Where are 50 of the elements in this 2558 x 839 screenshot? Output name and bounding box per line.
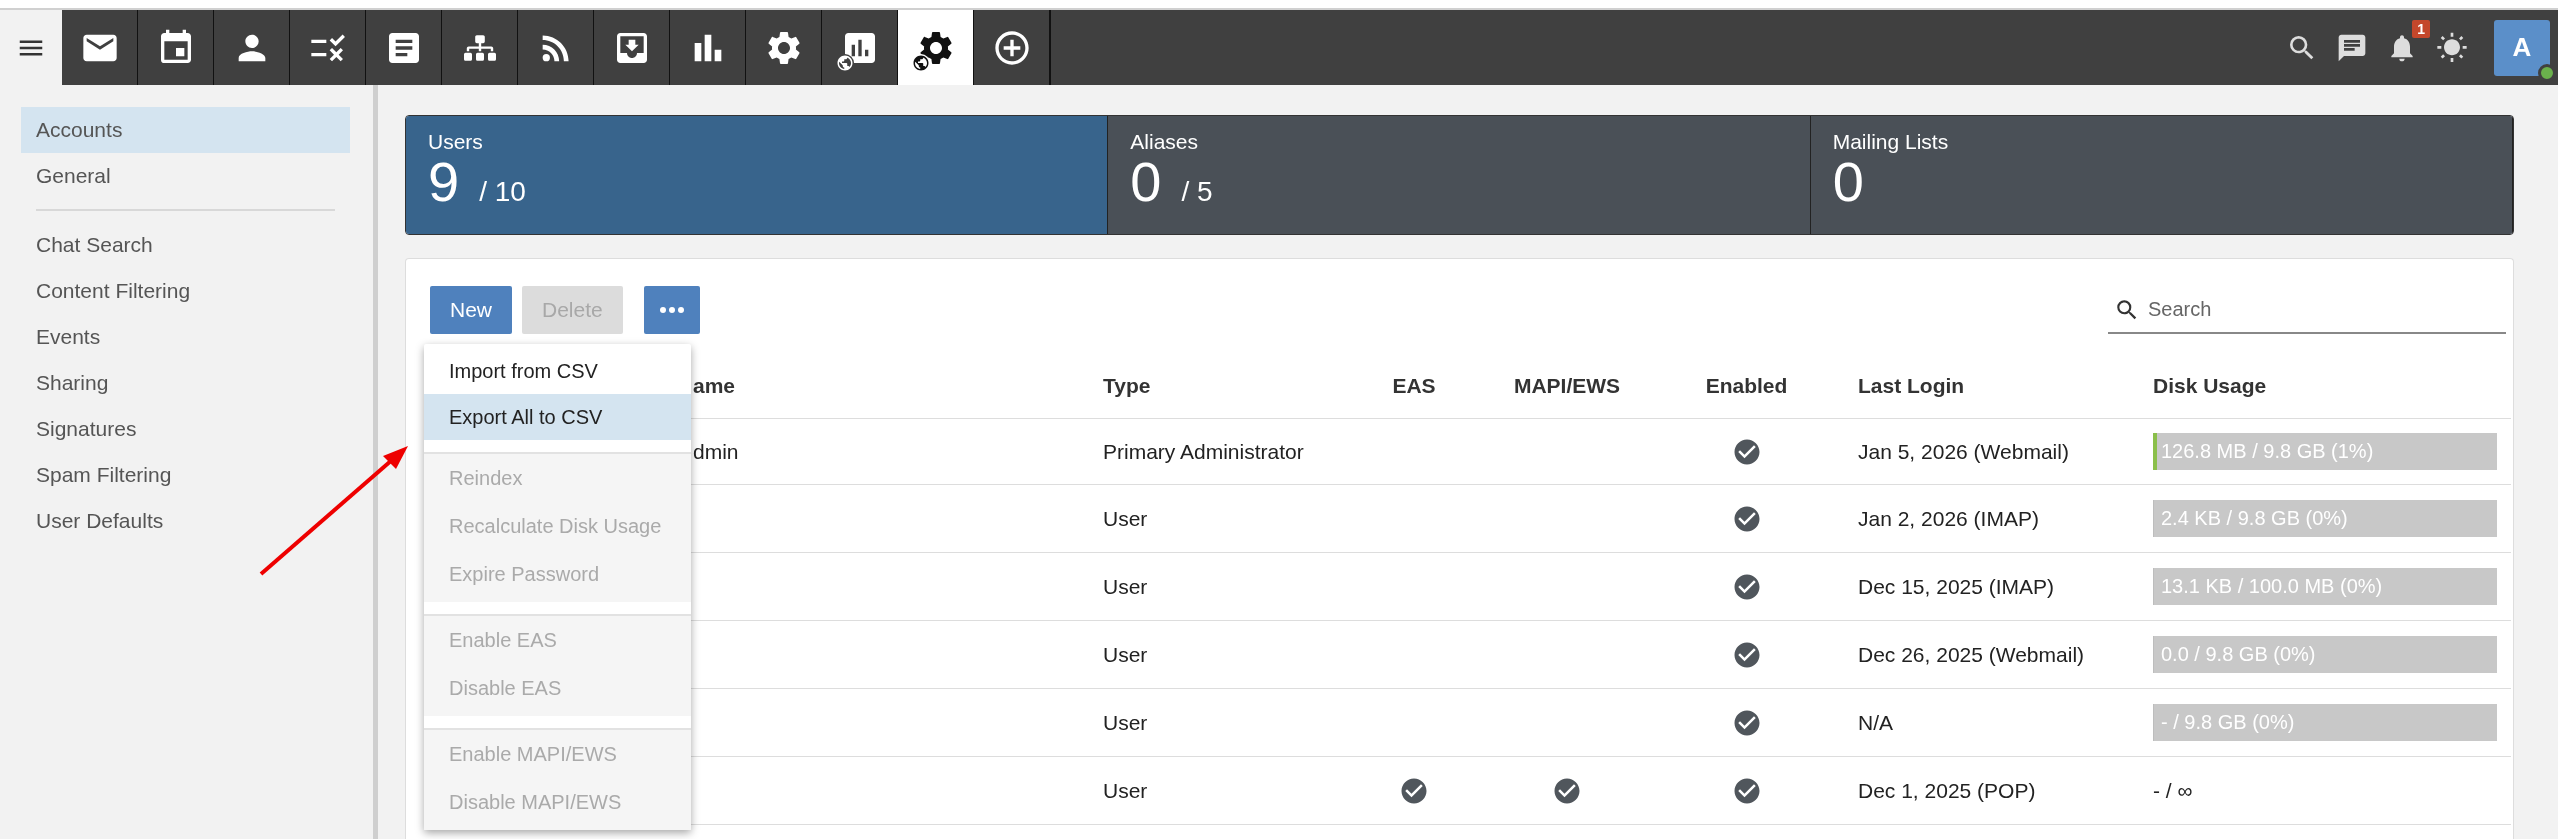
stat-tile[interactable]: Aliases 0 / 5	[1108, 116, 1811, 234]
sun-icon[interactable]	[2436, 31, 2468, 64]
table-cell: dmin	[693, 439, 739, 464]
stat-value: 0	[1130, 154, 1162, 210]
column-header[interactable]: MAPI/EWS	[1487, 373, 1647, 398]
menu-button[interactable]	[0, 10, 62, 85]
table-cell: User	[1103, 642, 1148, 667]
more-button[interactable]	[643, 286, 700, 334]
table-cell: Primary Administrator	[1103, 439, 1304, 464]
stat-total: / 5	[1181, 176, 1213, 208]
nav-tab[interactable]	[898, 10, 974, 85]
table-cell: User	[1103, 574, 1148, 599]
column-header[interactable]: Last Login	[1846, 373, 2141, 398]
column-header[interactable]: Type	[1091, 373, 1341, 398]
sidebar-item[interactable]: Accounts	[21, 107, 350, 153]
table-cell: User	[1103, 778, 1148, 803]
table-cell: Dec 26, 2025 (Webmail)	[1858, 642, 2085, 667]
stat-tile[interactable]: Users 9 / 10	[406, 116, 1109, 234]
sidebar-item[interactable]: Spam Filtering	[21, 452, 350, 498]
sidebar-item[interactable]: Events	[21, 314, 350, 360]
sidebar-item[interactable]: Content Filtering	[21, 268, 350, 314]
stat-label: Aliases	[1130, 130, 1200, 154]
stat-label: Mailing Lists	[1832, 130, 1950, 154]
stat-label: Users	[428, 130, 484, 154]
stat-value: 0	[1832, 154, 1864, 210]
table-cell: User	[1103, 506, 1148, 531]
table-cell: N/A	[1858, 710, 1893, 735]
stat-value: 9	[428, 154, 460, 210]
table-cell: Jan 2, 2026 (IMAP)	[1858, 506, 2039, 531]
dots-icon	[659, 307, 684, 313]
sidebar-item[interactable]: Chat Search	[21, 222, 350, 268]
table-cell: Dec 1, 2025 (POP)	[1858, 778, 2036, 803]
column-header[interactable]: Enabled	[1647, 373, 1846, 398]
action-button[interactable]: New	[430, 286, 512, 334]
sidebar-item[interactable]: Signatures	[21, 406, 350, 452]
stat-total: / 10	[479, 176, 526, 208]
column-header[interactable]: Disk Usage	[2141, 373, 2511, 398]
sidebar-item[interactable]: Sharing	[21, 360, 350, 406]
menu-item[interactable]: Export All to CSV	[424, 394, 691, 440]
table-cell: Jan 5, 2026 (Webmail)	[1858, 439, 2069, 464]
search-field[interactable]: Search	[2108, 286, 2506, 334]
column-header[interactable]: EAS	[1341, 373, 1487, 398]
table-cell: - / ∞	[2153, 778, 2193, 803]
table-cell: User	[1103, 710, 1148, 735]
sidebar-item[interactable]: General	[21, 153, 350, 199]
sidebar-item[interactable]: User Defaults	[21, 498, 350, 544]
menu-item[interactable]: Import from CSV	[424, 348, 691, 394]
notification-badge: 1	[2412, 19, 2430, 38]
stat-tile[interactable]: Mailing Lists 0	[1810, 116, 2513, 234]
table-cell: Dec 15, 2025 (IMAP)	[1858, 574, 2055, 599]
